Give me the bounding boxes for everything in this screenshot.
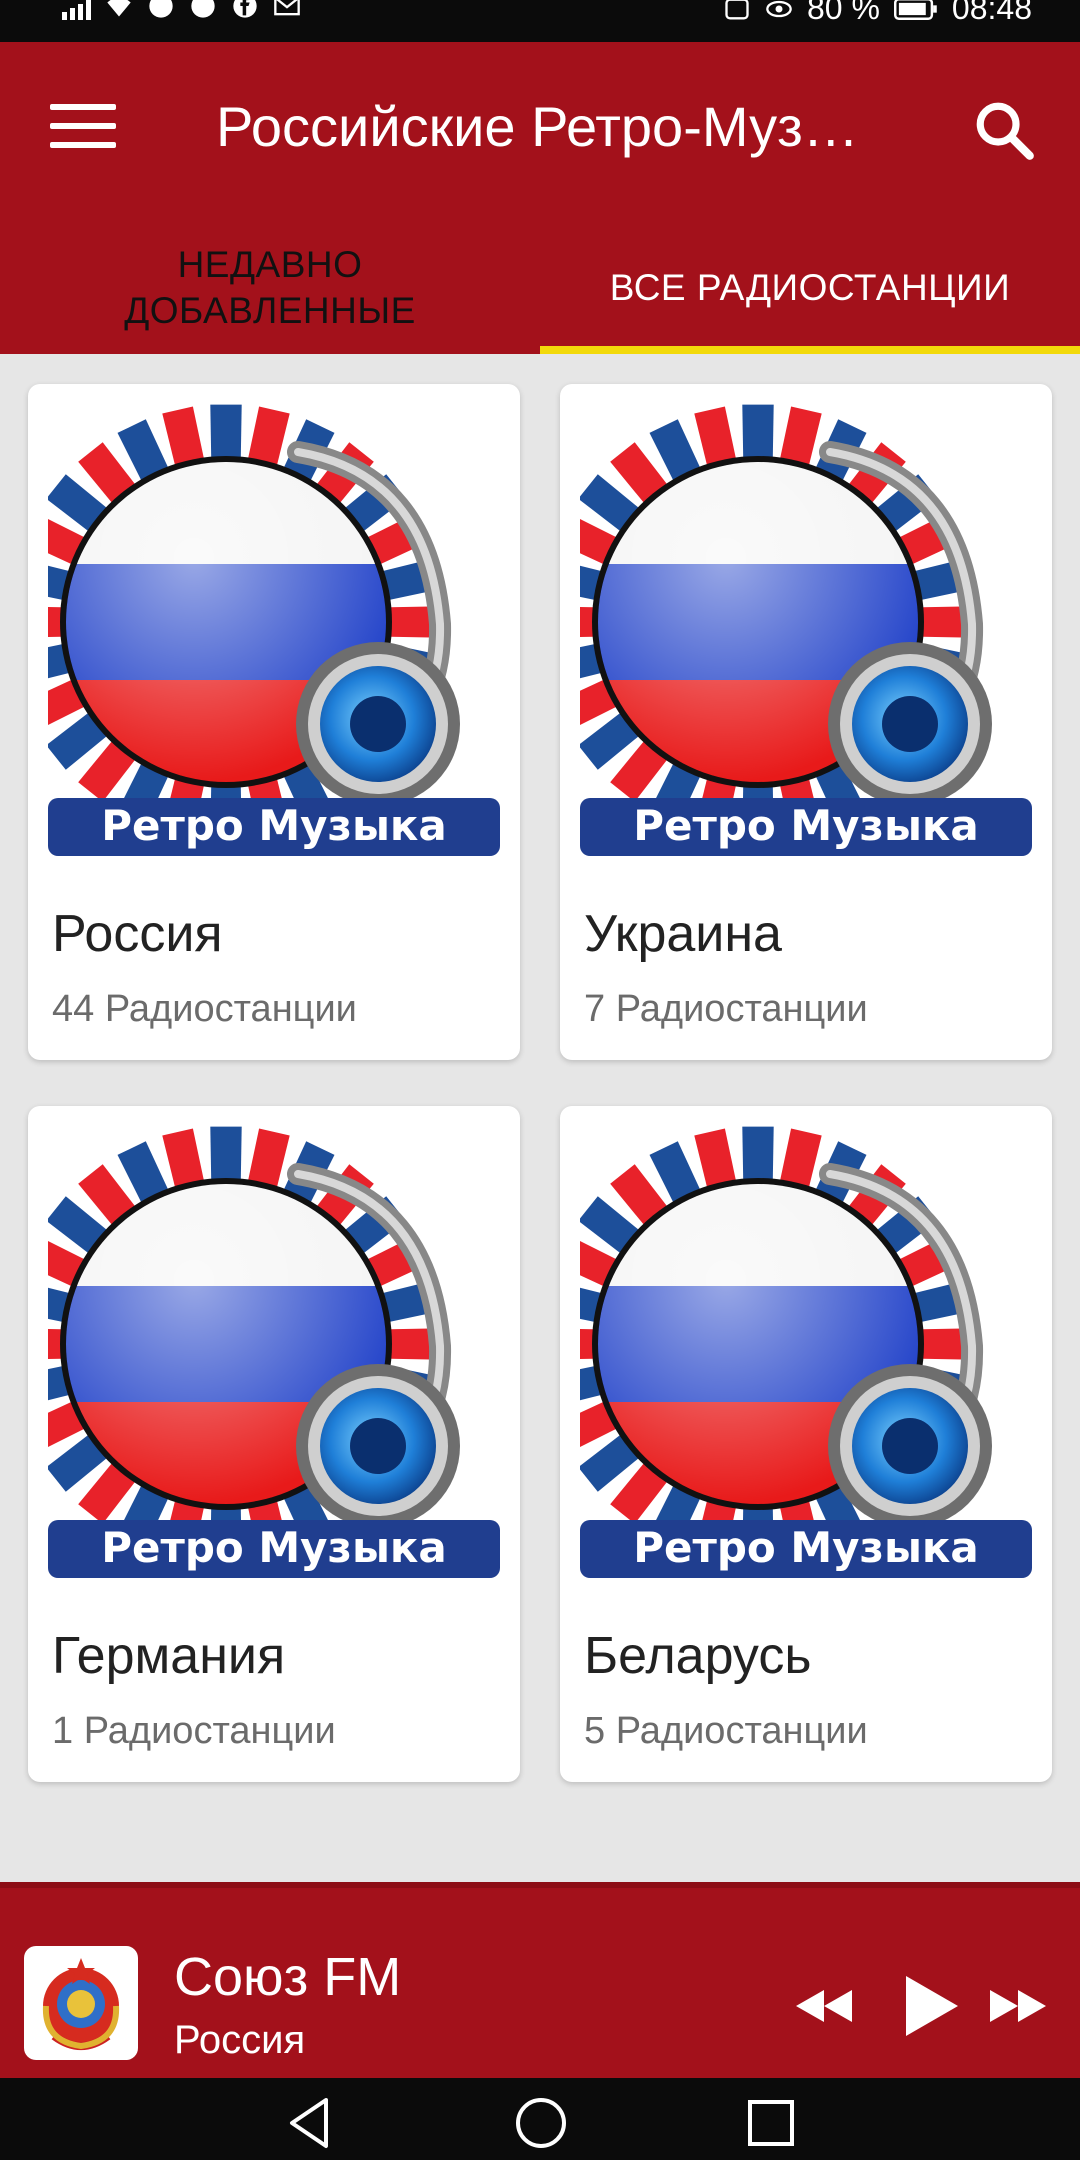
tab-bar: НЕДАВНО ДОБАВЛЕННЫЕ ВСЕ РАДИОСТАНЦИИ bbox=[0, 222, 1080, 354]
station-count: 1 Радиостанции bbox=[52, 1710, 336, 1752]
mail-icon bbox=[274, 0, 300, 16]
country-card[interactable]: Ретро Музыка Россия 44 Радиостанции bbox=[28, 384, 520, 1060]
logo-text: Ретро Музыка bbox=[101, 1523, 447, 1572]
retro-music-logo: Ретро Музыка bbox=[580, 404, 1032, 856]
battery-icon bbox=[893, 0, 937, 20]
player-station-country: Россия bbox=[174, 2018, 306, 2062]
logo-text: Ретро Музыка bbox=[633, 1523, 979, 1572]
retro-music-logo: Ретро Музыка bbox=[48, 404, 500, 856]
home-icon[interactable] bbox=[512, 2094, 570, 2152]
country-name: Украина bbox=[584, 905, 782, 963]
station-logo bbox=[24, 1946, 138, 2060]
player-station-name: Союз FM bbox=[174, 1947, 402, 2007]
recents-icon[interactable] bbox=[742, 2094, 800, 2152]
status-icons-right: 80 % 08:48 bbox=[723, 0, 1032, 27]
country-card[interactable]: Ретро Музыка Беларусь 5 Радиостанции bbox=[560, 1106, 1052, 1782]
nfc-icon bbox=[725, 0, 749, 19]
wifi-icon bbox=[107, 0, 131, 17]
status-bar: 80 % 08:48 bbox=[0, 0, 1080, 42]
country-name: Германия bbox=[52, 1627, 286, 1685]
page-title: Российские Ретро-Муз… bbox=[216, 95, 859, 158]
menu-icon[interactable] bbox=[50, 104, 116, 154]
country-card[interactable]: Ретро Музыка Украина 7 Радиостанции bbox=[560, 384, 1052, 1060]
retro-music-logo: Ретро Музыка bbox=[580, 1126, 1032, 1578]
back-icon[interactable] bbox=[280, 2094, 338, 2152]
country-card[interactable]: Ретро Музыка Германия 1 Радиостанции bbox=[28, 1106, 520, 1782]
logo-text: Ретро Музыка bbox=[101, 801, 447, 850]
tab-indicator bbox=[540, 346, 1080, 354]
country-name: Россия bbox=[52, 905, 223, 963]
tab-recently-added[interactable]: НЕДАВНО ДОБАВЛЕННЫЕ bbox=[0, 222, 540, 354]
logo-text: Ретро Музыка bbox=[633, 801, 979, 850]
retro-music-logo: Ретро Музыка bbox=[48, 1126, 500, 1578]
mini-player[interactable]: Союз FM Россия bbox=[0, 1882, 1080, 2078]
app-icon-1 bbox=[149, 0, 173, 18]
eye-icon bbox=[766, 0, 792, 17]
country-name: Беларусь bbox=[584, 1627, 812, 1685]
clock: 08:48 bbox=[951, 0, 1032, 26]
system-nav-bar bbox=[0, 2078, 1080, 2160]
app-bar: Российские Ретро-Муз… НЕДАВНО ДОБАВЛЕННЫ… bbox=[0, 42, 1080, 354]
facebook-icon bbox=[233, 0, 257, 18]
station-count: 44 Радиостанции bbox=[52, 988, 357, 1030]
rewind-icon[interactable] bbox=[794, 1974, 854, 2038]
battery-percent: 80 % bbox=[806, 0, 880, 26]
app-icon-2 bbox=[191, 0, 215, 18]
tab-all-stations[interactable]: ВСЕ РАДИОСТАНЦИИ bbox=[540, 222, 1080, 354]
search-icon[interactable] bbox=[972, 98, 1038, 164]
status-icons-left bbox=[62, 0, 301, 20]
station-count: 7 Радиостанции bbox=[584, 988, 868, 1030]
play-icon[interactable] bbox=[896, 1974, 960, 2038]
signal-icon bbox=[62, 0, 91, 20]
station-count: 5 Радиостанции bbox=[584, 1710, 868, 1752]
fast-forward-icon[interactable] bbox=[988, 1974, 1048, 2038]
